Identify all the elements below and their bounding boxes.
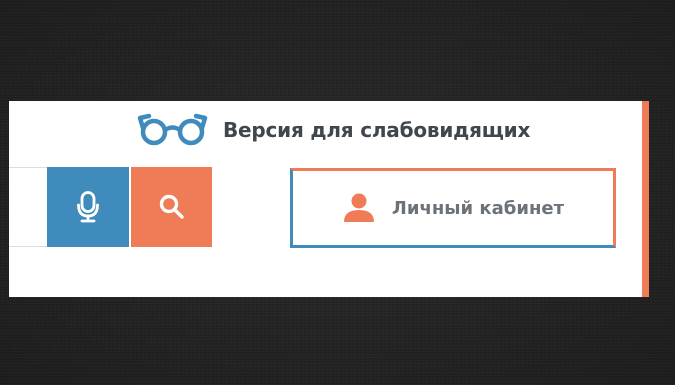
accent-bar — [642, 101, 649, 297]
glasses-icon — [137, 113, 211, 147]
user-icon — [342, 193, 376, 223]
voice-search-button[interactable] — [47, 167, 129, 247]
personal-account-button[interactable]: Личный кабинет — [290, 168, 616, 248]
search-button[interactable] — [131, 167, 212, 247]
search-icon — [159, 194, 185, 220]
microphone-icon — [77, 191, 99, 223]
search-input[interactable] — [9, 167, 47, 247]
accessibility-link-label: Версия для слабовидящих — [223, 118, 531, 142]
accessibility-version-link[interactable]: Версия для слабовидящих — [137, 113, 530, 147]
personal-account-label: Личный кабинет — [391, 197, 565, 219]
